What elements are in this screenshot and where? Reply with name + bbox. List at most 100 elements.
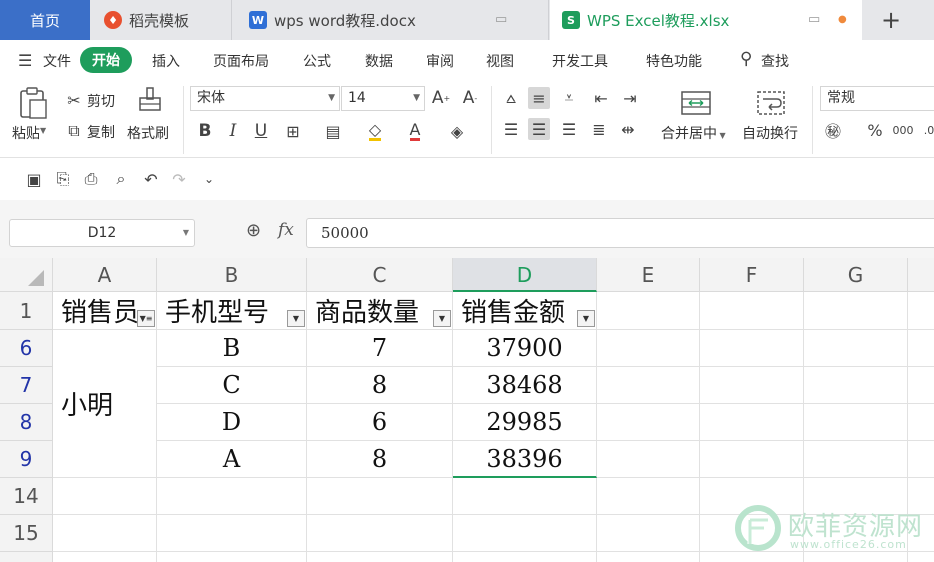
italic-icon[interactable]: I [222,120,244,142]
cut-button[interactable]: 剪切 [87,91,115,111]
empty-cell[interactable] [700,330,804,367]
empty-cell[interactable] [804,292,908,330]
merge-center-button[interactable]: 合并居中 ▼ [661,123,726,143]
distributed-icon[interactable]: ⇹ [617,118,639,140]
empty-cell[interactable] [453,552,597,562]
wrap-text-icon[interactable] [755,88,787,118]
undo-icon[interactable]: ↶ [140,168,162,190]
column-header-a[interactable]: A [53,258,157,292]
increase-font-icon[interactable]: A + [430,87,452,109]
insert-function-button[interactable]: fx [278,220,294,240]
hamburger-icon[interactable]: ☰ [18,51,32,70]
empty-cell[interactable] [700,404,804,441]
menu-review[interactable]: 审阅 [426,51,454,71]
menu-view[interactable]: 视图 [486,51,514,71]
row-header-6[interactable]: 6 [0,330,53,367]
tab-docer-templates[interactable]: ♦ 稻壳模板 [90,0,232,40]
font-size-select[interactable]: 14 ▼ [341,86,425,111]
bold-icon[interactable]: B [194,120,216,142]
empty-cell[interactable] [53,478,157,515]
empty-cell[interactable] [597,367,700,404]
empty-cell[interactable] [700,441,804,478]
empty-cell[interactable] [157,515,307,552]
row-header-next[interactable] [0,552,53,562]
menu-developer[interactable]: 开发工具 [552,51,608,71]
menu-home[interactable]: 开始 [80,47,132,73]
empty-cell[interactable] [700,292,804,330]
print-preview-icon[interactable]: ⌕ [110,168,132,190]
row-header-9[interactable]: 9 [0,441,53,478]
copy-button[interactable]: 复制 [87,122,115,142]
empty-cell[interactable] [908,367,934,404]
monitor-icon[interactable]: ▭ [808,12,820,27]
zoom-formula-icon[interactable]: ⊕ [246,220,261,241]
align-bottom-icon[interactable]: ⩡ [558,87,580,109]
font-color-icon[interactable]: A [404,120,426,142]
formula-input[interactable]: 50000 [306,218,934,248]
empty-cell[interactable] [597,292,700,330]
number-format-select[interactable]: 常规 [820,86,934,111]
thousands-separator-icon[interactable]: 000 [892,119,914,141]
cell-quantity[interactable]: 8 [307,441,453,478]
cell-model[interactable]: A [157,441,307,478]
menu-features[interactable]: 特色功能 [646,51,702,71]
fill-color-icon[interactable]: ◇ [364,120,386,142]
underline-icon[interactable]: U [250,120,272,142]
export-icon[interactable]: ⎘ [52,168,74,190]
cell-quantity[interactable]: 7 [307,330,453,367]
cell-quantity[interactable]: 6 [307,404,453,441]
cell-model[interactable]: D [157,404,307,441]
increase-indent-icon[interactable]: ⇥ [619,87,641,109]
empty-cell[interactable] [804,404,908,441]
cell-amount[interactable]: 37900 [453,330,597,367]
header-cell-model[interactable]: 手机型号 [157,292,307,330]
column-header-f[interactable]: F [700,258,804,292]
menu-data[interactable]: 数据 [365,51,393,71]
paste-button[interactable] [16,86,50,120]
search-icon[interactable]: ⚲ [740,49,752,69]
empty-cell[interactable] [453,478,597,515]
empty-cell[interactable] [453,515,597,552]
empty-cell[interactable] [597,330,700,367]
cell-amount[interactable]: 38396 [453,441,597,478]
format-painter-button[interactable]: 格式刷 [127,123,169,143]
empty-cell[interactable] [908,441,934,478]
tab-word-doc[interactable]: W wps word教程.docx ▭ [233,0,549,40]
select-all-corner[interactable] [0,258,53,292]
empty-cell[interactable] [597,404,700,441]
filter-dropdown-icon[interactable]: ▼ [287,310,305,327]
empty-cell[interactable] [597,478,700,515]
align-middle-icon[interactable]: ≡ [528,87,550,109]
border-icon[interactable]: ⊞ [282,120,304,142]
merge-center-icon[interactable] [680,88,712,118]
filter-dropdown-icon[interactable]: ▼ [433,310,451,327]
header-cell-quantity[interactable]: 商品数量 [307,292,453,330]
empty-cell[interactable] [804,441,908,478]
eraser-icon[interactable]: ◈ [446,120,468,142]
empty-cell[interactable] [597,552,700,562]
save-icon[interactable]: ▣ [23,168,45,190]
copy-icon[interactable]: ⧉ [63,120,85,142]
align-top-icon[interactable]: ⩟ [500,87,522,109]
column-header-b[interactable]: B [157,258,307,292]
decrease-font-icon[interactable]: A- [459,87,481,109]
cell-model[interactable]: B [157,330,307,367]
row-header-1[interactable]: 1 [0,292,53,330]
row-header-7[interactable]: 7 [0,367,53,404]
cell-amount[interactable]: 29985 [453,404,597,441]
new-tab-button[interactable]: + [876,4,906,36]
column-header-c[interactable]: C [307,258,453,292]
tab-excel-doc[interactable]: S WPS Excel教程.xlsx ▭ ● [550,0,862,40]
column-header-d[interactable]: D [453,258,597,292]
empty-cell[interactable] [53,515,157,552]
row-header-14[interactable]: 14 [0,478,53,515]
empty-cell[interactable] [597,441,700,478]
row-header-8[interactable]: 8 [0,404,53,441]
align-left-icon[interactable]: ☰ [500,118,522,140]
header-cell-amount[interactable]: 销售金额 [453,292,597,330]
empty-cell[interactable] [157,552,307,562]
tab-home[interactable]: 首页 [0,0,90,40]
wrap-text-button[interactable]: 自动换行 [742,123,798,143]
currency-icon[interactable]: ㊙ [822,119,844,141]
column-header-e[interactable]: E [597,258,700,292]
